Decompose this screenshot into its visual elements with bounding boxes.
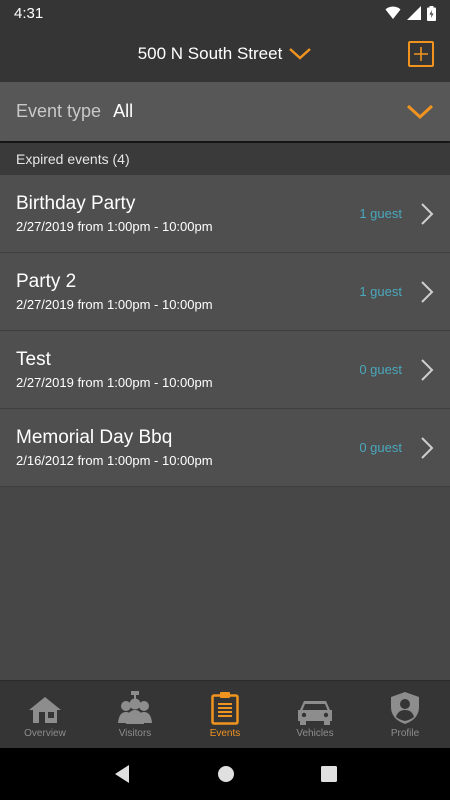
tab-label: Events xyxy=(209,727,241,739)
bottom-tab-bar: Overview Visitors Events Vehicles Profil… xyxy=(0,680,450,748)
event-type-filter[interactable]: Event type All xyxy=(0,82,450,141)
event-text: Birthday Party 2/27/2019 from 1:00pm - 1… xyxy=(16,193,359,234)
status-bar: 4:31 xyxy=(0,0,450,26)
event-row[interactable]: Memorial Day Bbq 2/16/2012 from 1:00pm -… xyxy=(0,409,450,487)
shield-profile-icon xyxy=(390,691,420,725)
clipboard-icon xyxy=(211,691,239,725)
wifi-icon xyxy=(385,6,401,19)
event-title: Test xyxy=(16,349,51,370)
tab-label: Visitors xyxy=(118,727,152,739)
event-row[interactable]: Party 2 2/27/2019 from 1:00pm - 10:00pm … xyxy=(0,253,450,331)
section-header: Expired events (4) xyxy=(0,143,450,175)
event-date: 2/16/2012 from 1:00pm - 10:00pm xyxy=(16,453,213,468)
address-selector[interactable]: 500 N South Street xyxy=(138,44,313,64)
event-text: Memorial Day Bbq 2/16/2012 from 1:00pm -… xyxy=(16,427,359,468)
tab-vehicles[interactable]: Vehicles xyxy=(270,681,360,748)
event-guest-count: 1 guest xyxy=(359,206,402,221)
chevron-right-icon xyxy=(421,358,434,381)
event-guest-count: 1 guest xyxy=(359,284,402,299)
event-row[interactable]: Test 2/27/2019 from 1:00pm - 10:00pm 0 g… xyxy=(0,331,450,409)
signal-icon xyxy=(407,6,421,20)
event-date: 2/27/2019 from 1:00pm - 10:00pm xyxy=(16,219,213,234)
event-row[interactable]: Birthday Party 2/27/2019 from 1:00pm - 1… xyxy=(0,175,450,253)
event-guest-count: 0 guest xyxy=(359,362,402,377)
event-text: Test 2/27/2019 from 1:00pm - 10:00pm xyxy=(16,349,359,390)
event-list: Birthday Party 2/27/2019 from 1:00pm - 1… xyxy=(0,175,450,680)
system-nav-bar xyxy=(0,748,450,800)
tab-label: Profile xyxy=(390,727,420,739)
battery-icon xyxy=(427,5,436,21)
app-header: 500 N South Street xyxy=(0,26,450,82)
house-icon xyxy=(27,691,63,725)
event-title: Memorial Day Bbq xyxy=(16,427,173,448)
visitors-icon xyxy=(117,690,153,725)
tab-label: Vehicles xyxy=(296,727,334,739)
event-title: Birthday Party xyxy=(16,193,136,214)
chevron-down-icon xyxy=(289,48,312,60)
tab-overview[interactable]: Overview xyxy=(0,681,90,748)
event-title: Party 2 xyxy=(16,271,77,292)
filter-label: Event type xyxy=(16,101,102,121)
chevron-down-icon[interactable] xyxy=(406,104,434,120)
address-text: 500 N South Street xyxy=(137,44,283,63)
event-date: 2/27/2019 from 1:00pm - 10:00pm xyxy=(16,375,213,390)
section-title: Expired events (4) xyxy=(16,151,130,167)
status-icons xyxy=(385,5,436,21)
home-icon[interactable] xyxy=(217,765,235,783)
car-icon xyxy=(296,691,334,725)
tab-profile[interactable]: Profile xyxy=(360,681,450,748)
add-event-button[interactable] xyxy=(408,41,434,67)
filter-value: All xyxy=(113,101,134,121)
chevron-right-icon xyxy=(421,436,434,459)
status-time: 4:31 xyxy=(14,4,44,22)
chevron-right-icon xyxy=(421,202,434,225)
event-text: Party 2 2/27/2019 from 1:00pm - 10:00pm xyxy=(16,271,359,312)
event-date: 2/27/2019 from 1:00pm - 10:00pm xyxy=(16,297,213,312)
back-icon[interactable] xyxy=(113,764,131,784)
tab-visitors[interactable]: Visitors xyxy=(90,681,180,748)
plus-icon xyxy=(414,47,428,61)
chevron-right-icon xyxy=(421,280,434,303)
event-guest-count: 0 guest xyxy=(359,440,402,455)
recents-icon[interactable] xyxy=(321,766,337,782)
tab-events[interactable]: Events xyxy=(180,681,270,748)
tab-label: Overview xyxy=(24,727,66,739)
